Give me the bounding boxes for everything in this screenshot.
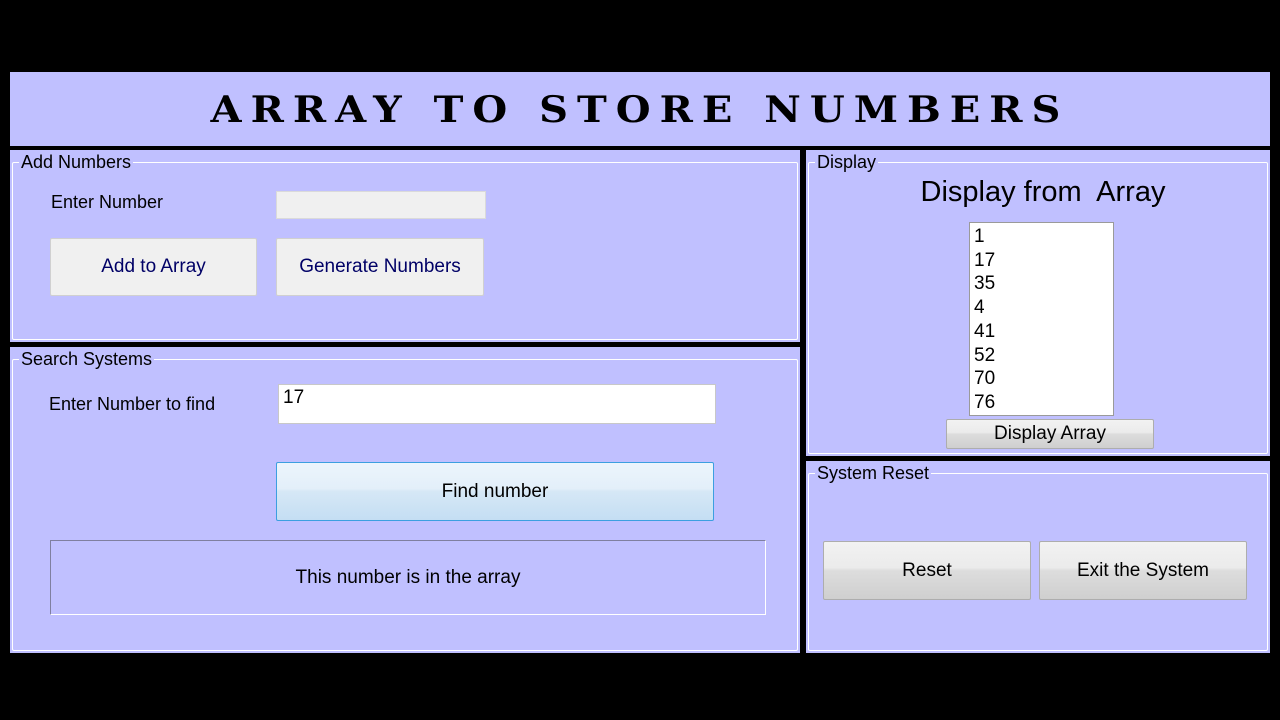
enter-number-label: Enter Number xyxy=(51,192,164,212)
add-numbers-panel: Add Numbers Enter Number Add to Array Ge… xyxy=(10,150,800,342)
display-legend: Display xyxy=(817,152,877,172)
reset-button[interactable]: Reset xyxy=(823,541,1031,600)
list-item[interactable]: 1 xyxy=(974,225,1109,249)
list-item[interactable]: 52 xyxy=(974,344,1109,368)
number-input[interactable] xyxy=(276,191,486,219)
display-panel: Display Display from Array 1 17 35 4 41 … xyxy=(806,150,1270,456)
find-number-input[interactable] xyxy=(278,384,716,424)
exit-button[interactable]: Exit the System xyxy=(1039,541,1247,600)
app-title: Array to Store Numbers xyxy=(210,87,1070,131)
list-item[interactable]: 35 xyxy=(974,272,1109,296)
add-to-array-button[interactable]: Add to Array xyxy=(50,238,257,296)
array-listbox[interactable]: 1 17 35 4 41 52 70 76 xyxy=(969,222,1114,416)
title-bar: Array to Store Numbers xyxy=(10,72,1270,146)
display-array-button[interactable]: Display Array xyxy=(946,419,1154,449)
list-item[interactable]: 17 xyxy=(974,249,1109,273)
reset-legend: System Reset xyxy=(817,463,930,483)
list-item[interactable]: 41 xyxy=(974,320,1109,344)
search-panel: Search Systems Enter Number to find Find… xyxy=(10,347,800,653)
add-numbers-legend: Add Numbers xyxy=(21,152,132,172)
find-number-label: Enter Number to find xyxy=(49,394,216,414)
list-item[interactable]: 4 xyxy=(974,296,1109,320)
search-legend: Search Systems xyxy=(21,349,153,369)
display-heading: Display from Array xyxy=(920,176,1166,208)
generate-numbers-button[interactable]: Generate Numbers xyxy=(276,238,484,296)
list-item[interactable]: 70 xyxy=(974,367,1109,391)
reset-panel: System Reset Reset Exit the System xyxy=(806,461,1270,653)
list-item[interactable]: 76 xyxy=(974,391,1109,415)
search-result: This number is in the array xyxy=(50,540,766,615)
find-number-button[interactable]: Find number xyxy=(276,462,714,521)
